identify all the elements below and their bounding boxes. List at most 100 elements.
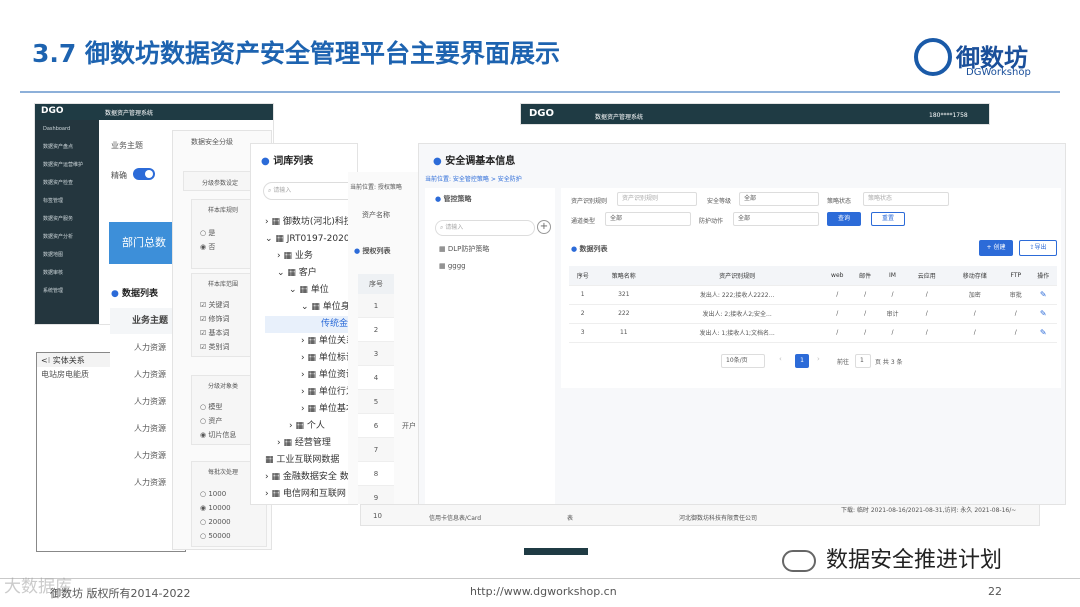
radio-asset[interactable]: ○ 资产 <box>200 416 222 426</box>
classification-title: 数据安全分级 <box>191 138 233 146</box>
asset-rule-input[interactable]: 资产识别规则 <box>617 192 697 206</box>
tree-node[interactable]: › ▦ 业务 <box>265 248 357 265</box>
logo-sub: DGWorkshop <box>966 67 1031 78</box>
table-cell: 3 <box>569 323 597 343</box>
auth-row: 1 <box>358 294 394 318</box>
tree-node[interactable]: › ▦ 经营管理 <box>265 435 357 452</box>
next-page-icon[interactable]: › <box>817 355 820 363</box>
policy-item[interactable]: ▦ gggg <box>439 262 466 270</box>
table-cell: 审计 <box>878 304 907 324</box>
check-base[interactable]: ☑ 基本词 <box>200 328 230 338</box>
sidebar-item[interactable]: 数据资产服务 <box>35 210 99 228</box>
tree-node[interactable]: › ▦ 金融数据安全 数 <box>265 469 357 486</box>
level-select[interactable]: 全部 <box>739 192 819 206</box>
header-divider <box>20 91 1060 93</box>
tree-node[interactable]: ⌄ ▦ 单位身份 <box>265 299 357 316</box>
data-list-title: ● 数据列表 <box>111 289 159 299</box>
policy-item[interactable]: ▦ DLP防护策略 <box>439 244 489 254</box>
seq-header: 序号 <box>358 274 394 294</box>
create-button[interactable]: + 创建 <box>979 240 1013 256</box>
status-select[interactable]: 策略状态 <box>863 192 949 206</box>
table-cell: / <box>823 285 852 305</box>
tree-node[interactable]: ⌄ ▦ 客户 <box>265 265 357 282</box>
sidebar-item[interactable]: 数据地图 <box>35 246 99 264</box>
tree-node[interactable]: › ▦ 单位行为 <box>265 384 357 401</box>
auth-bottom-row: 10 信用卡信息表/Card 表 河北御数坊科技有限责任公司 下载: 临时 20… <box>360 504 1040 526</box>
sidebar-item[interactable]: Dashboard <box>35 120 99 138</box>
footer-copyright: 御数坊 版权所有2014-2022 <box>50 587 191 600</box>
tree-node[interactable]: ⌄ ▦ 单位 <box>265 282 357 299</box>
precise-label: 精确 <box>111 171 127 180</box>
total-count: 页 共 3 条 <box>875 359 903 366</box>
table-cell: 加密 <box>947 285 1003 305</box>
auth-row: 6 <box>358 414 394 438</box>
tree-node[interactable]: › ▦ 御数坊(河北)科技 <box>265 214 357 231</box>
col-header: 邮件 <box>851 266 879 286</box>
policy-search[interactable]: ⌕ 请输入 <box>435 220 535 236</box>
tree-node-selected[interactable]: 传统金融 <box>265 316 357 333</box>
security-title: ● 安全调基本信息 <box>433 156 516 167</box>
query-button[interactable]: 查询 <box>827 212 861 226</box>
radio-yes[interactable]: ○ 是 <box>200 228 215 238</box>
precise-toggle[interactable] <box>133 168 155 180</box>
tree-node[interactable]: › ▦ 单位资讯 <box>265 367 357 384</box>
sidebar-item[interactable]: 系统管理 <box>35 282 99 300</box>
auth-list-title: ● 授权列表 <box>354 247 391 255</box>
table-cell: / <box>947 304 1003 324</box>
sidebar-item[interactable]: 数据资产分析 <box>35 228 99 246</box>
tree-node[interactable]: › ▦ 电信网和互联网 <box>265 486 357 503</box>
check-keyword[interactable]: ☑ 关键词 <box>200 300 230 310</box>
security-policy-screenshot: ● 安全调基本信息 当前位置: 安全管控策略 > 安全防护 ● 管控策略 ⌕ 请… <box>418 143 1066 505</box>
radio-slice[interactable]: ◉ 切片信息 <box>200 430 236 440</box>
col-header: FTP <box>1002 266 1030 286</box>
row-type: 表 <box>567 515 574 522</box>
radio-batch[interactable]: ○ 20000 <box>200 518 231 526</box>
radio-batch[interactable]: ○ 1000 <box>200 490 226 498</box>
radio-no[interactable]: ◉ 否 <box>200 242 215 252</box>
tree-node[interactable]: › ▦ 单位基本 <box>265 401 357 418</box>
check-category[interactable]: ☑ 类别词 <box>200 342 230 352</box>
data-list-panel: ● 数据列表 + 创建 ⇪导出 序号 策略名称 资产识别规则 web 邮件 IM… <box>561 236 1061 388</box>
tree-node[interactable]: ⌄ ▦ JRT0197-2020金 <box>265 231 357 248</box>
radio-batch[interactable]: ○ 50000 <box>200 532 231 540</box>
action-select[interactable]: 全部 <box>733 212 819 226</box>
table-cell: / <box>1002 323 1030 343</box>
add-policy-icon[interactable]: + <box>537 220 551 234</box>
edit-icon[interactable]: ✎ <box>1029 304 1057 324</box>
sidebar-item[interactable]: 数据资产运营维护 <box>35 156 99 174</box>
user-menu[interactable]: 180****1758 <box>929 112 968 119</box>
sidebar-item[interactable]: 数据审核 <box>35 264 99 282</box>
reset-button[interactable]: 重置 <box>871 212 905 226</box>
edit-icon[interactable]: ✎ <box>1029 323 1057 343</box>
tree-node[interactable]: › ▦ 单位标识 <box>265 350 357 367</box>
sidebar-item[interactable]: 数据资产检查 <box>35 174 99 192</box>
logo-icon <box>914 38 952 76</box>
wechat-watermark: 数据安全推进计划 <box>782 542 1002 574</box>
radio-batch[interactable]: ◉ 10000 <box>200 504 231 512</box>
sidebar-item[interactable]: 数据资产盘点 <box>35 138 99 156</box>
auth-row: 3 <box>358 342 394 366</box>
goto-input[interactable]: 1 <box>855 354 871 368</box>
page-size-select[interactable]: 10条/页 <box>721 354 765 368</box>
table-cell: 222 <box>596 304 652 324</box>
footer-url[interactable]: http://www.dgworkshop.cn <box>470 585 617 598</box>
edit-icon[interactable]: ✎ <box>1029 285 1057 305</box>
channel-select[interactable]: 全部 <box>605 212 691 226</box>
check-modifier[interactable]: ☑ 修饰词 <box>200 314 230 324</box>
word-library-tree: › ▦ 御数坊(河北)科技 ⌄ ▦ JRT0197-2020金 › ▦ 业务 ⌄… <box>265 214 357 503</box>
tree-node[interactable]: ▦ 工业互联网数据 <box>265 452 357 469</box>
radio-model[interactable]: ○ 模型 <box>200 402 222 412</box>
sidebar-item[interactable]: 标签管理 <box>35 192 99 210</box>
table-cell: 1 <box>569 285 597 305</box>
table-cell: 发出人: 2;接收人2;安全... <box>651 304 824 324</box>
prev-page-icon[interactable]: ‹ <box>779 355 782 363</box>
partial-dark-bar <box>524 548 588 555</box>
export-button[interactable]: ⇪导出 <box>1019 240 1057 256</box>
word-library-search[interactable]: ⌕ 请输入 <box>263 182 357 200</box>
wechat-icon <box>782 550 816 572</box>
tree-node[interactable]: › ▦ 个人 <box>265 418 357 435</box>
page-number[interactable]: 1 <box>795 354 809 368</box>
policy-panel: ● 管控策略 ⌕ 请输入 + ▦ DLP防护策略 ▦ gggg <box>425 188 555 504</box>
page-number: 22 <box>988 585 1002 598</box>
tree-node[interactable]: › ▦ 单位关系 <box>265 333 357 350</box>
